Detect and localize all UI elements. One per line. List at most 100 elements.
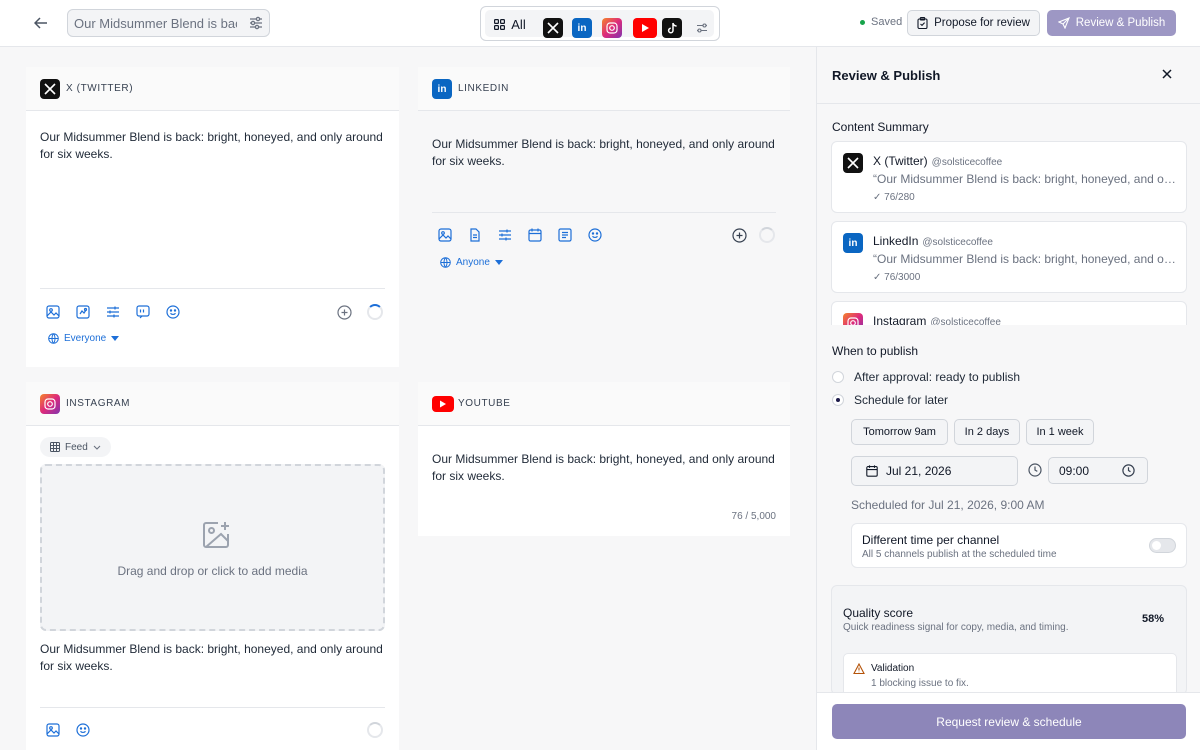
radio-after-approval[interactable] bbox=[832, 371, 844, 383]
top-bar: All in Saved Propose for review Review &… bbox=[0, 0, 1200, 47]
dropzone-text: Drag and drop or click to add media bbox=[117, 564, 308, 578]
platform-filter: All in bbox=[480, 6, 720, 41]
calendar-icon[interactable] bbox=[528, 228, 544, 244]
instagram-logo-icon bbox=[40, 394, 60, 414]
calendar-icon bbox=[866, 465, 878, 477]
x-audience-select[interactable]: Everyone bbox=[48, 333, 120, 344]
emoji-icon[interactable] bbox=[166, 305, 182, 321]
image-icon[interactable] bbox=[46, 723, 62, 739]
youtube-card-title: YOUTUBE bbox=[458, 398, 511, 409]
article-icon[interactable] bbox=[558, 228, 574, 244]
filter-instagram-icon[interactable] bbox=[602, 18, 622, 38]
instagram-format-select[interactable]: Feed bbox=[40, 437, 111, 457]
character-ring-icon bbox=[367, 722, 383, 738]
instagram-post-text[interactable]: Our Midsummer Blend is back: bright, hon… bbox=[40, 641, 389, 675]
option-schedule-label: Schedule for later bbox=[854, 393, 949, 407]
document-icon[interactable] bbox=[468, 228, 484, 244]
per-channel-toggle[interactable] bbox=[1149, 538, 1176, 553]
close-icon[interactable] bbox=[1161, 68, 1175, 82]
time-clock-icon[interactable] bbox=[1122, 464, 1135, 477]
date-value: Jul 21, 2026 bbox=[886, 464, 952, 478]
date-picker[interactable]: Jul 21, 2026 bbox=[851, 456, 1018, 486]
filter-x-icon[interactable] bbox=[543, 18, 563, 38]
summary-name: Instagram @solsticecoffee bbox=[873, 314, 1001, 325]
gif-icon[interactable] bbox=[76, 305, 92, 321]
time-input[interactable]: 09:00 bbox=[1048, 457, 1148, 484]
linkedin-audience-select[interactable]: Anyone bbox=[440, 257, 503, 268]
instagram-divider bbox=[40, 707, 385, 708]
propose-for-review-button[interactable]: Propose for review bbox=[907, 10, 1040, 36]
x-audience-label: Everyone bbox=[64, 333, 107, 344]
grid-icon bbox=[50, 442, 60, 452]
summary-item-instagram[interactable]: Instagram @solsticecoffee bbox=[831, 301, 1187, 325]
summary-name: X (Twitter) @solsticecoffee bbox=[873, 154, 1003, 168]
validation-box[interactable]: Validation 1 blocking issue to fix. bbox=[843, 653, 1177, 694]
character-ring-icon bbox=[759, 227, 775, 243]
clipboard-icon bbox=[917, 17, 928, 29]
filter-youtube-icon[interactable] bbox=[633, 18, 657, 38]
content-summary-list[interactable]: X (Twitter) @solsticecoffee “Our Midsumme… bbox=[831, 141, 1189, 325]
request-review-schedule-button[interactable]: Request review & schedule bbox=[832, 704, 1186, 739]
add-post-icon[interactable] bbox=[732, 228, 748, 244]
youtube-card-header: YOUTUBE bbox=[418, 382, 790, 426]
diff-subtitle: All 5 channels publish at the scheduled … bbox=[862, 549, 1057, 560]
back-arrow-icon[interactable] bbox=[30, 12, 52, 34]
option-after-approval[interactable]: After approval: ready to publish bbox=[832, 370, 1020, 384]
quick-tomorrow-button[interactable]: Tomorrow 9am bbox=[851, 419, 948, 445]
media-dropzone[interactable]: Drag and drop or click to add media bbox=[40, 464, 385, 631]
instagram-logo-icon bbox=[843, 313, 863, 325]
x-card: X (TWITTER) Our Midsummer Blend is back:… bbox=[26, 67, 399, 367]
emoji-icon[interactable] bbox=[588, 228, 604, 244]
sliders-tool-icon[interactable] bbox=[498, 228, 514, 244]
add-thread-icon[interactable] bbox=[337, 305, 353, 321]
summary-text: “Our Midsummer Blend is back: bright, ho… bbox=[873, 252, 1179, 266]
youtube-logo-icon bbox=[432, 396, 454, 412]
quality-subtitle: Quick readiness signal for copy, media, … bbox=[843, 622, 1069, 633]
saved-label: Saved bbox=[871, 16, 903, 28]
send-icon bbox=[1057, 17, 1070, 29]
emoji-icon[interactable] bbox=[76, 723, 92, 739]
validation-subtitle: 1 blocking issue to fix. bbox=[871, 678, 969, 689]
filter-linkedin-icon[interactable]: in bbox=[572, 18, 592, 38]
instagram-format-label: Feed bbox=[65, 441, 88, 453]
linkedin-post-text[interactable]: Our Midsummer Blend is back: bright, hon… bbox=[432, 136, 780, 170]
image-icon[interactable] bbox=[438, 228, 454, 244]
summary-count: ✓ 76/280 bbox=[873, 192, 915, 203]
panel-footer: Request review & schedule bbox=[817, 692, 1200, 750]
review-publish-button[interactable]: Review & Publish bbox=[1047, 10, 1176, 36]
summary-handle: @solsticecoffee bbox=[922, 237, 993, 248]
youtube-char-count: 76 / 5,000 bbox=[731, 511, 776, 522]
add-image-icon bbox=[200, 519, 232, 551]
quality-score-box: Quality score Quick readiness signal for… bbox=[831, 585, 1187, 695]
chevron-down-icon bbox=[93, 445, 101, 450]
x-post-text[interactable]: Our Midsummer Blend is back: bright, hon… bbox=[40, 129, 389, 163]
linkedin-logo-icon: in bbox=[432, 79, 452, 99]
youtube-card: YOUTUBE Our Midsummer Blend is back: bri… bbox=[418, 382, 790, 536]
filter-tiktok-icon[interactable] bbox=[662, 18, 682, 38]
quick-1-week-button[interactable]: In 1 week bbox=[1026, 419, 1094, 445]
character-ring-icon bbox=[367, 304, 383, 320]
sliders-icon[interactable] bbox=[248, 15, 264, 31]
youtube-post-text[interactable]: Our Midsummer Blend is back: bright, hon… bbox=[432, 451, 780, 485]
post-title-input[interactable] bbox=[67, 9, 270, 37]
image-icon[interactable] bbox=[46, 305, 62, 321]
summary-item-x[interactable]: X (Twitter) @solsticecoffee “Our Midsumme… bbox=[831, 141, 1187, 213]
filter-all[interactable]: All bbox=[493, 14, 527, 35]
sliders-tool-icon[interactable] bbox=[106, 305, 122, 321]
filter-all-label: All bbox=[511, 17, 526, 32]
quote-icon[interactable] bbox=[136, 305, 152, 321]
summary-item-linkedin[interactable]: in LinkedIn @solsticecoffee “Our Midsumme… bbox=[831, 221, 1187, 293]
linkedin-card: in LINKEDIN Our Midsummer Blend is back:… bbox=[418, 67, 790, 367]
content-summary-label: Content Summary bbox=[832, 120, 929, 134]
filter-settings-icon[interactable] bbox=[692, 18, 712, 38]
scheduled-note: Scheduled for Jul 21, 2026, 9:00 AM bbox=[851, 498, 1045, 512]
option-after-label: After approval: ready to publish bbox=[854, 370, 1021, 384]
linkedin-audience-label: Anyone bbox=[456, 257, 490, 268]
x-logo-icon bbox=[843, 153, 863, 173]
summary-text: “Our Midsummer Blend is back: bright, ho… bbox=[873, 172, 1179, 186]
instagram-card: INSTAGRAM Feed Drag and drop or click to… bbox=[26, 382, 399, 750]
radio-schedule-later[interactable] bbox=[832, 394, 844, 406]
quality-score-value: 58% bbox=[1141, 613, 1164, 625]
quick-2-days-button[interactable]: In 2 days bbox=[954, 419, 1020, 445]
option-schedule-later[interactable]: Schedule for later bbox=[832, 393, 948, 407]
